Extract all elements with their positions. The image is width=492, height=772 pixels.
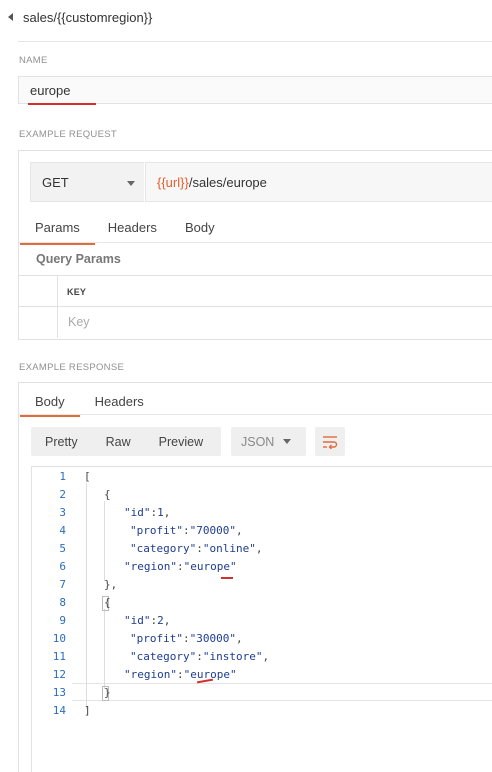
- active-line-highlight: [72, 683, 492, 701]
- name-label: NAME: [19, 55, 48, 66]
- breadcrumb[interactable]: sales/{{customregion}}: [8, 8, 152, 26]
- method-select[interactable]: GET: [30, 162, 144, 202]
- table-border: [19, 275, 492, 276]
- line-number: 4: [59, 524, 66, 537]
- wrap-lines-button[interactable]: [315, 427, 345, 456]
- code-line: "category":"instore",: [130, 650, 270, 663]
- line-number: 3: [59, 506, 66, 519]
- key-column-header: KEY: [67, 287, 87, 297]
- line-number: 8: [59, 596, 66, 609]
- preview-button[interactable]: Preview: [159, 435, 203, 449]
- language-value: JSON: [241, 434, 275, 449]
- tab-body[interactable]: Body: [185, 220, 215, 235]
- annotation-underline: [221, 577, 233, 579]
- name-value: europe: [30, 83, 71, 98]
- code-line: {: [104, 488, 111, 501]
- line-number: 12: [52, 668, 66, 681]
- indent-guide: [104, 609, 105, 689]
- chevron-down-icon: [283, 439, 291, 444]
- line-number: 1: [59, 470, 66, 483]
- line-number: 9: [59, 614, 66, 627]
- header-divider: [18, 41, 492, 42]
- tabs-divider: [19, 414, 492, 415]
- line-number: 13: [52, 686, 66, 699]
- key-input[interactable]: Key: [68, 315, 90, 329]
- code-line: ]: [84, 704, 91, 717]
- code-line: "profit":"70000",: [130, 524, 243, 537]
- code-line: "region":"europe": [124, 560, 237, 573]
- name-field[interactable]: europe: [18, 76, 492, 104]
- line-number: 7: [59, 578, 66, 591]
- indent-guide: [86, 483, 87, 709]
- tab-headers[interactable]: Headers: [108, 220, 157, 235]
- breadcrumb-path: sales/{{customregion}}: [23, 9, 153, 25]
- pretty-button[interactable]: Pretty: [45, 435, 78, 449]
- indent-guide: [104, 501, 105, 581]
- annotation-underline: [28, 103, 96, 105]
- example-request-label: EXAMPLE REQUEST: [19, 129, 117, 140]
- tabs-divider: [19, 242, 492, 243]
- code-line: "category":"online",: [130, 542, 263, 555]
- example-response-label: EXAMPLE RESPONSE: [19, 362, 125, 373]
- code-line: "id":1,: [124, 506, 171, 519]
- line-number-gutter: 1 2 3 4 5 6 7 8 9 10 11 12 13 14: [32, 467, 72, 772]
- code-line: {: [104, 596, 111, 609]
- url-path: /sales/europe: [188, 174, 267, 190]
- line-number: 14: [52, 704, 66, 717]
- request-tabs: Params Headers Body: [20, 219, 215, 245]
- method-value: GET: [42, 174, 69, 190]
- line-number: 10: [52, 632, 66, 645]
- tab-response-body[interactable]: Body: [20, 394, 80, 417]
- code-line: "id":2,: [124, 614, 171, 627]
- url-variable: {{url}}: [157, 174, 189, 190]
- line-number: 5: [59, 542, 66, 555]
- tab-response-headers[interactable]: Headers: [95, 394, 144, 409]
- language-select[interactable]: JSON: [231, 427, 306, 456]
- line-number: 6: [59, 560, 66, 573]
- table-row-divider: [19, 306, 492, 307]
- tab-params[interactable]: Params: [20, 220, 95, 245]
- query-params-title: Query Params: [36, 252, 121, 266]
- response-tabs: Body Headers: [20, 393, 144, 417]
- line-number: 11: [52, 650, 66, 663]
- raw-button[interactable]: Raw: [106, 435, 131, 449]
- wrap-lines-icon: [323, 435, 338, 449]
- code-line: "region":"europe": [124, 668, 237, 681]
- code-line: }: [104, 686, 111, 699]
- code-line: "profit":"30000",: [130, 632, 243, 645]
- code-line: [: [84, 470, 91, 483]
- format-toggle-group: Pretty Raw Preview: [31, 427, 221, 456]
- url-input[interactable]: {{url}}/sales/europe: [145, 162, 492, 202]
- table-column-divider: [57, 276, 58, 338]
- response-editor[interactable]: 1 2 3 4 5 6 7 8 9 10 11 12 13 14 [ { "id…: [31, 466, 492, 772]
- collapse-arrow-icon[interactable]: [8, 13, 13, 21]
- code-line: },: [104, 578, 118, 591]
- chevron-down-icon: [127, 181, 135, 186]
- line-number: 2: [59, 488, 66, 501]
